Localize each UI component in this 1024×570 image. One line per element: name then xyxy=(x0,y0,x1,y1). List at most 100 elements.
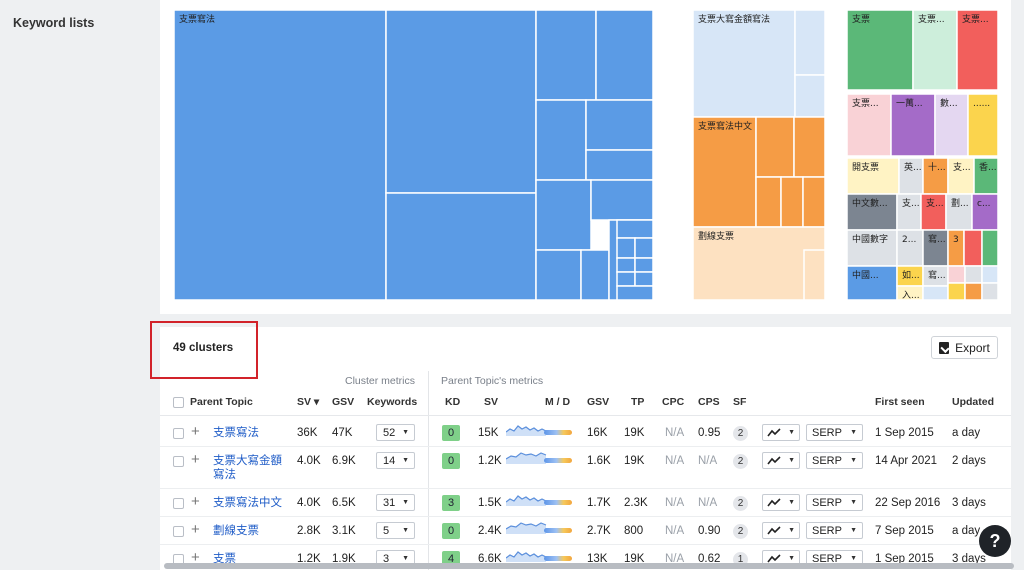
expand-plus-icon[interactable]: + xyxy=(191,452,200,467)
header-first-seen[interactable]: First seen xyxy=(875,396,925,408)
parent-topic-link[interactable]: 支票寫法 xyxy=(213,426,288,440)
parent-topic-link[interactable]: 支票寫法中文 xyxy=(213,496,288,510)
expand-plus-icon[interactable]: + xyxy=(191,494,200,509)
treemap-tile[interactable] xyxy=(385,10,537,194)
treemap-tile[interactable] xyxy=(616,285,654,301)
treemap-tile[interactable] xyxy=(616,257,636,273)
treemap-tile[interactable] xyxy=(794,74,826,118)
treemap-tile[interactable] xyxy=(585,149,654,181)
treemap-tile[interactable] xyxy=(595,10,654,101)
md-distribution-bar xyxy=(544,500,572,505)
sv-trend-sparkline xyxy=(506,425,547,436)
cell-pt-sv: 1.2K xyxy=(478,455,502,467)
treemap-tile-label: 支票 xyxy=(852,13,870,25)
treemap-tile[interactable] xyxy=(174,10,387,301)
header-keywords[interactable]: Keywords xyxy=(367,396,417,408)
expand-plus-icon[interactable]: + xyxy=(191,424,200,439)
serp-dropdown[interactable]: SERP ▼ xyxy=(806,522,863,539)
treemap-tile[interactable] xyxy=(803,249,826,301)
header-md[interactable]: M / D xyxy=(545,396,570,408)
treemap-tile[interactable] xyxy=(981,265,998,284)
cell-pt-sv: 2.4K xyxy=(478,525,502,537)
serp-dropdown[interactable]: SERP ▼ xyxy=(806,494,863,511)
treemap-tile[interactable] xyxy=(755,116,795,178)
row-checkbox[interactable] xyxy=(173,428,184,439)
row-checkbox[interactable] xyxy=(173,526,184,537)
header-tp[interactable]: TP xyxy=(631,396,644,408)
keywords-count: 31 xyxy=(383,496,396,509)
md-distribution-bar xyxy=(544,430,572,435)
treemap-tile[interactable] xyxy=(964,265,983,284)
header-parent-topic[interactable]: Parent Topic xyxy=(190,396,253,408)
trend-chart-dropdown[interactable]: ▼ xyxy=(762,522,800,539)
trend-chart-dropdown[interactable]: ▼ xyxy=(762,452,800,469)
header-kd[interactable]: KD xyxy=(445,396,460,408)
cell-pt-gsv: 2.7K xyxy=(587,525,611,537)
treemap-tile[interactable] xyxy=(981,282,998,301)
header-pt-sv[interactable]: SV xyxy=(484,396,498,408)
treemap-tile-label: 劃線支票 xyxy=(698,230,734,242)
header-cps[interactable]: CPS xyxy=(698,396,720,408)
treemap-tile[interactable] xyxy=(535,249,582,301)
treemap-tile[interactable] xyxy=(981,229,998,267)
treemap-tile[interactable] xyxy=(535,99,587,181)
treemap-tile[interactable] xyxy=(692,116,757,228)
treemap-tile[interactable] xyxy=(634,271,654,287)
treemap-tile[interactable] xyxy=(780,176,804,228)
treemap-tile[interactable] xyxy=(634,257,654,273)
treemap-tile[interactable] xyxy=(947,282,966,301)
cell-sv: 2.8K xyxy=(297,525,321,537)
serp-dropdown[interactable]: SERP ▼ xyxy=(806,424,863,441)
treemap-tile[interactable] xyxy=(755,176,782,228)
header-pt-gsv[interactable]: GSV xyxy=(587,396,609,408)
header-cpc[interactable]: CPC xyxy=(662,396,684,408)
treemap-tile[interactable] xyxy=(793,116,826,178)
keywords-dropdown[interactable]: 5 ▼ xyxy=(376,522,415,539)
header-sf[interactable]: SF xyxy=(733,396,746,408)
keywords-dropdown[interactable]: 31 ▼ xyxy=(376,494,415,511)
cell-first-seen: 1 Sep 2015 xyxy=(875,427,934,439)
treemap-tile-label: 寫... xyxy=(928,269,946,281)
header-updated[interactable]: Updated xyxy=(952,396,994,408)
serp-dropdown[interactable]: SERP ▼ xyxy=(806,452,863,469)
help-button[interactable]: ? xyxy=(979,525,1011,557)
treemap-tile[interactable] xyxy=(634,237,654,259)
treemap-tile[interactable] xyxy=(692,10,796,118)
treemap-tile[interactable] xyxy=(964,282,983,301)
parent-topic-link[interactable]: 支票大寫金額寫法 xyxy=(213,454,288,482)
header-sv[interactable]: SV ▾ xyxy=(297,396,319,408)
header-gsv[interactable]: GSV xyxy=(332,396,354,408)
treemap-tile[interactable] xyxy=(616,219,654,239)
treemap-tile[interactable] xyxy=(385,192,537,301)
treemap-tile[interactable] xyxy=(590,179,654,221)
md-distribution-bar xyxy=(544,458,572,463)
treemap-tile[interactable] xyxy=(922,285,949,301)
keywords-dropdown[interactable]: 52 ▼ xyxy=(376,424,415,441)
expand-plus-icon[interactable]: + xyxy=(191,522,200,537)
row-checkbox[interactable] xyxy=(173,498,184,509)
export-icon xyxy=(939,341,950,354)
treemap-tile[interactable] xyxy=(585,99,654,151)
caret-down-icon: ▼ xyxy=(850,499,857,506)
treemap-tile[interactable] xyxy=(535,10,597,101)
table-row: + 支票寫法中文 4.0K 6.5K 31 ▼ 3 1.5K 1.7K 2.3K N/A N/A 2 ▼ S… xyxy=(160,489,1011,517)
horizontal-scrollbar[interactable] xyxy=(164,563,1014,569)
treemap-tile[interactable] xyxy=(616,271,636,287)
trend-chart-dropdown[interactable]: ▼ xyxy=(762,424,800,441)
keywords-dropdown[interactable]: 14 ▼ xyxy=(376,452,415,469)
treemap-tile[interactable] xyxy=(794,10,826,76)
header-divider xyxy=(160,415,1011,416)
treemap-tile[interactable] xyxy=(616,237,636,259)
row-checkbox[interactable] xyxy=(173,456,184,467)
treemap-tile[interactable] xyxy=(947,265,966,284)
parent-topic-link[interactable]: 劃線支票 xyxy=(213,524,288,538)
treemap-tile[interactable] xyxy=(963,229,983,267)
treemap-tile[interactable] xyxy=(580,249,610,301)
treemap-tile-label: 中文數... xyxy=(852,197,888,209)
select-all-checkbox[interactable] xyxy=(173,397,184,408)
trend-chart-dropdown[interactable]: ▼ xyxy=(762,494,800,511)
export-button[interactable]: Export xyxy=(931,336,998,359)
treemap-tile[interactable] xyxy=(535,179,592,251)
keywords-count: 52 xyxy=(383,426,396,439)
treemap-tile[interactable] xyxy=(802,176,826,228)
